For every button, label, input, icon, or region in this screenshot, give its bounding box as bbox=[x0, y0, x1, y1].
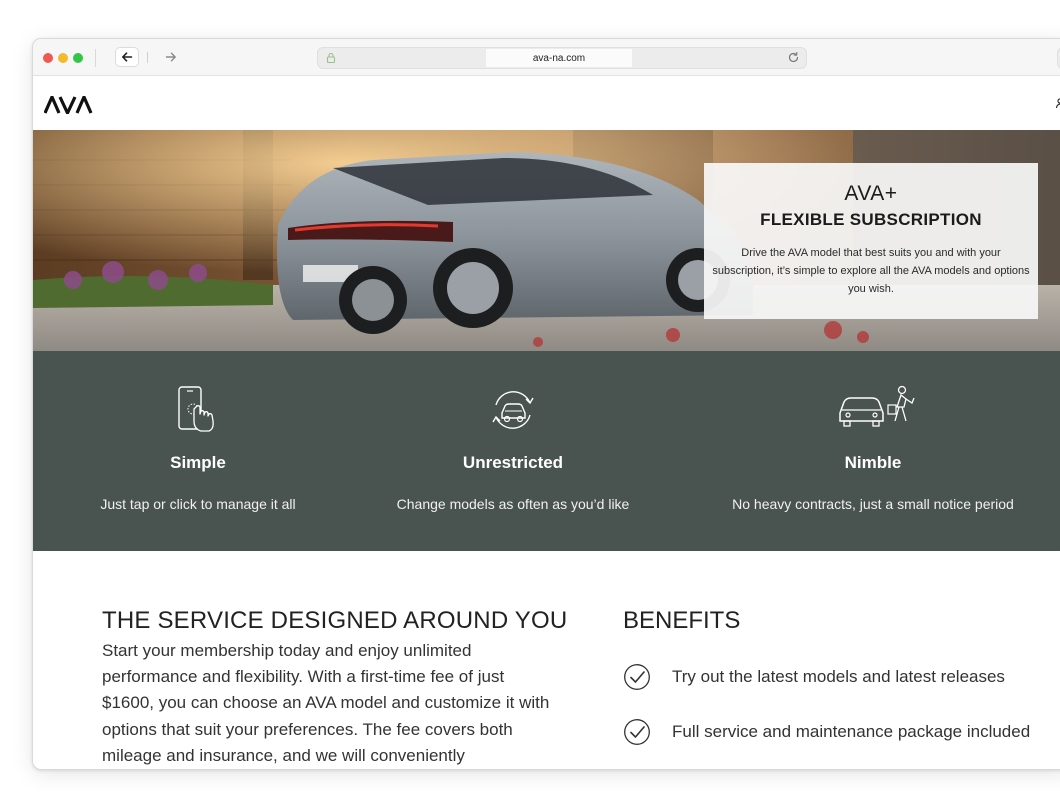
account-icon[interactable] bbox=[1056, 97, 1060, 109]
address-bar[interactable]: ava-na.com bbox=[317, 47, 807, 69]
toolbar-divider bbox=[95, 49, 96, 67]
browser-toolbar: ava-na.com bbox=[33, 39, 1060, 76]
arrow-right-icon bbox=[165, 52, 176, 62]
feature-description: No heavy contracts, just a small notice … bbox=[732, 496, 1014, 512]
hero-description: Drive the AVA model that best suits you … bbox=[712, 247, 1030, 295]
features-band: Simple Just tap or click to manage it al… bbox=[33, 351, 1060, 551]
car-person-icon bbox=[839, 385, 915, 427]
feature-description: Just tap or click to manage it all bbox=[100, 496, 296, 512]
ava-logo[interactable] bbox=[44, 96, 93, 114]
benefits-heading: BENEFITS bbox=[623, 607, 741, 634]
browser-window: ava-na.com AVA+ FLEXIBLE SUBSCRIPTION Dr… bbox=[32, 38, 1060, 770]
service-heading: THE SERVICE DESIGNED AROUND YOU bbox=[102, 607, 568, 634]
service-paragraph: Start your membership today and enjoy un… bbox=[102, 641, 550, 765]
hero-subtitle: FLEXIBLE SUBSCRIPTION bbox=[760, 210, 982, 229]
lock-icon bbox=[326, 52, 336, 64]
benefit-label: Full service and maintenance package inc… bbox=[672, 722, 1031, 741]
feature-title: Simple bbox=[170, 453, 226, 472]
feature-title: Unrestricted bbox=[462, 453, 564, 472]
maximize-window-button[interactable] bbox=[73, 53, 83, 63]
arrow-left-icon bbox=[122, 52, 133, 62]
site-header bbox=[33, 76, 1060, 130]
touch-phone-icon bbox=[178, 386, 214, 432]
check-circle-icon bbox=[624, 719, 650, 745]
hero-info-card: AVA+ FLEXIBLE SUBSCRIPTION Drive the AVA… bbox=[704, 163, 1038, 319]
car-swap-icon bbox=[492, 391, 534, 429]
forward-button[interactable] bbox=[159, 47, 183, 67]
close-window-button[interactable] bbox=[43, 53, 53, 63]
feature-description: Change models as often as you’d like bbox=[396, 496, 630, 512]
benefit-label: Try out the latest models and latest rel… bbox=[672, 667, 1005, 686]
reload-icon[interactable] bbox=[787, 51, 800, 64]
minimize-window-button[interactable] bbox=[58, 53, 68, 63]
hero-title: AVA+ bbox=[844, 182, 898, 205]
back-button[interactable] bbox=[115, 47, 139, 67]
feature-title: Nimble bbox=[844, 453, 902, 472]
url-text[interactable]: ava-na.com bbox=[486, 49, 632, 67]
check-circle-icon bbox=[624, 664, 650, 690]
nav-divider bbox=[147, 52, 148, 63]
